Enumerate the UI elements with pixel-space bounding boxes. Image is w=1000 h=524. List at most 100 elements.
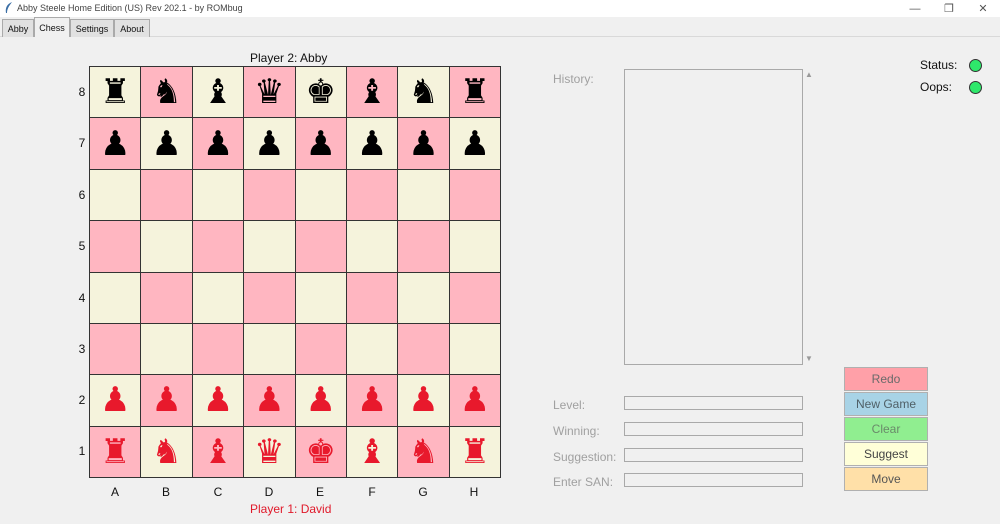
square-d1[interactable]: ♛	[244, 426, 295, 477]
new-game-button[interactable]: New Game	[844, 392, 928, 416]
square-c7[interactable]: ♟	[192, 118, 244, 169]
black-pawn-icon[interactable]: ♟	[357, 127, 387, 161]
square-c8[interactable]: ♝	[192, 67, 244, 118]
black-bishop-icon[interactable]: ♝	[203, 75, 233, 109]
square-a3[interactable]	[90, 323, 141, 375]
square-h4[interactable]	[449, 272, 500, 323]
square-c1[interactable]: ♝	[192, 426, 244, 477]
square-e8[interactable]: ♚	[295, 67, 346, 118]
black-pawn-icon[interactable]: ♟	[203, 127, 233, 161]
black-queen-icon[interactable]: ♛	[254, 75, 284, 109]
square-g7[interactable]: ♟	[398, 118, 449, 169]
square-c6[interactable]	[192, 169, 244, 221]
red-pawn-icon[interactable]: ♟	[357, 383, 387, 417]
square-f3[interactable]	[346, 323, 398, 375]
close-button[interactable]: ✕	[966, 0, 1000, 17]
red-bishop-icon[interactable]: ♝	[357, 435, 387, 469]
tab-chess[interactable]: Chess	[34, 17, 70, 37]
red-knight-icon[interactable]: ♞	[408, 435, 438, 469]
square-g3[interactable]	[398, 323, 449, 375]
red-pawn-icon[interactable]: ♟	[305, 383, 335, 417]
square-g6[interactable]	[398, 169, 449, 221]
square-d5[interactable]	[244, 221, 295, 272]
black-bishop-icon[interactable]: ♝	[357, 75, 387, 109]
redo-button[interactable]: Redo	[844, 367, 928, 391]
square-f7[interactable]: ♟	[346, 118, 398, 169]
enter-san-input[interactable]	[624, 473, 803, 487]
black-pawn-icon[interactable]: ♟	[305, 127, 335, 161]
black-pawn-icon[interactable]: ♟	[254, 127, 284, 161]
square-f8[interactable]: ♝	[346, 67, 398, 118]
red-king-icon[interactable]: ♚	[305, 435, 335, 469]
red-pawn-icon[interactable]: ♟	[408, 383, 438, 417]
square-b3[interactable]	[141, 323, 192, 375]
square-h6[interactable]	[449, 169, 500, 221]
black-rook-icon[interactable]: ♜	[460, 75, 490, 109]
square-e7[interactable]: ♟	[295, 118, 346, 169]
tab-abby[interactable]: Abby	[2, 19, 34, 37]
square-f6[interactable]	[346, 169, 398, 221]
red-pawn-icon[interactable]: ♟	[203, 383, 233, 417]
suggestion-field[interactable]	[624, 448, 803, 462]
square-h2[interactable]: ♟	[449, 375, 500, 426]
square-a7[interactable]: ♟	[90, 118, 141, 169]
square-c4[interactable]	[192, 272, 244, 323]
square-f5[interactable]	[346, 221, 398, 272]
square-c3[interactable]	[192, 323, 244, 375]
square-g1[interactable]: ♞	[398, 426, 449, 477]
black-pawn-icon[interactable]: ♟	[100, 127, 130, 161]
black-king-icon[interactable]: ♚	[305, 75, 335, 109]
square-b8[interactable]: ♞	[141, 67, 192, 118]
square-d8[interactable]: ♛	[244, 67, 295, 118]
red-pawn-icon[interactable]: ♟	[151, 383, 181, 417]
clear-button[interactable]: Clear	[844, 417, 928, 441]
square-d3[interactable]	[244, 323, 295, 375]
square-e5[interactable]	[295, 221, 346, 272]
square-a5[interactable]	[90, 221, 141, 272]
minimize-button[interactable]: —	[898, 0, 932, 17]
square-h5[interactable]	[449, 221, 500, 272]
red-knight-icon[interactable]: ♞	[151, 435, 181, 469]
square-g5[interactable]	[398, 221, 449, 272]
level-field[interactable]	[624, 396, 803, 410]
scroll-up-icon[interactable]: ▲	[805, 70, 813, 79]
square-d6[interactable]	[244, 169, 295, 221]
square-a1[interactable]: ♜	[90, 426, 141, 477]
square-f4[interactable]	[346, 272, 398, 323]
square-e3[interactable]	[295, 323, 346, 375]
square-a4[interactable]	[90, 272, 141, 323]
square-e2[interactable]: ♟	[295, 375, 346, 426]
square-f2[interactable]: ♟	[346, 375, 398, 426]
suggest-button[interactable]: Suggest	[844, 442, 928, 466]
square-d2[interactable]: ♟	[244, 375, 295, 426]
black-knight-icon[interactable]: ♞	[408, 75, 438, 109]
black-pawn-icon[interactable]: ♟	[408, 127, 438, 161]
square-b6[interactable]	[141, 169, 192, 221]
square-f1[interactable]: ♝	[346, 426, 398, 477]
square-c5[interactable]	[192, 221, 244, 272]
square-g4[interactable]	[398, 272, 449, 323]
square-e6[interactable]	[295, 169, 346, 221]
history-listbox[interactable]	[624, 69, 803, 365]
square-g8[interactable]: ♞	[398, 67, 449, 118]
winning-field[interactable]	[624, 422, 803, 436]
red-pawn-icon[interactable]: ♟	[254, 383, 284, 417]
red-pawn-icon[interactable]: ♟	[460, 383, 490, 417]
black-pawn-icon[interactable]: ♟	[460, 127, 490, 161]
square-h8[interactable]: ♜	[449, 67, 500, 118]
square-b5[interactable]	[141, 221, 192, 272]
tab-settings[interactable]: Settings	[70, 19, 114, 37]
square-h7[interactable]: ♟	[449, 118, 500, 169]
red-rook-icon[interactable]: ♜	[460, 435, 490, 469]
square-d4[interactable]	[244, 272, 295, 323]
square-b4[interactable]	[141, 272, 192, 323]
red-rook-icon[interactable]: ♜	[100, 435, 130, 469]
square-g2[interactable]: ♟	[398, 375, 449, 426]
square-b2[interactable]: ♟	[141, 375, 192, 426]
tab-about[interactable]: About	[114, 19, 150, 37]
red-queen-icon[interactable]: ♛	[254, 435, 284, 469]
black-rook-icon[interactable]: ♜	[100, 75, 130, 109]
move-button[interactable]: Move	[844, 467, 928, 491]
square-c2[interactable]: ♟	[192, 375, 244, 426]
black-knight-icon[interactable]: ♞	[151, 75, 181, 109]
